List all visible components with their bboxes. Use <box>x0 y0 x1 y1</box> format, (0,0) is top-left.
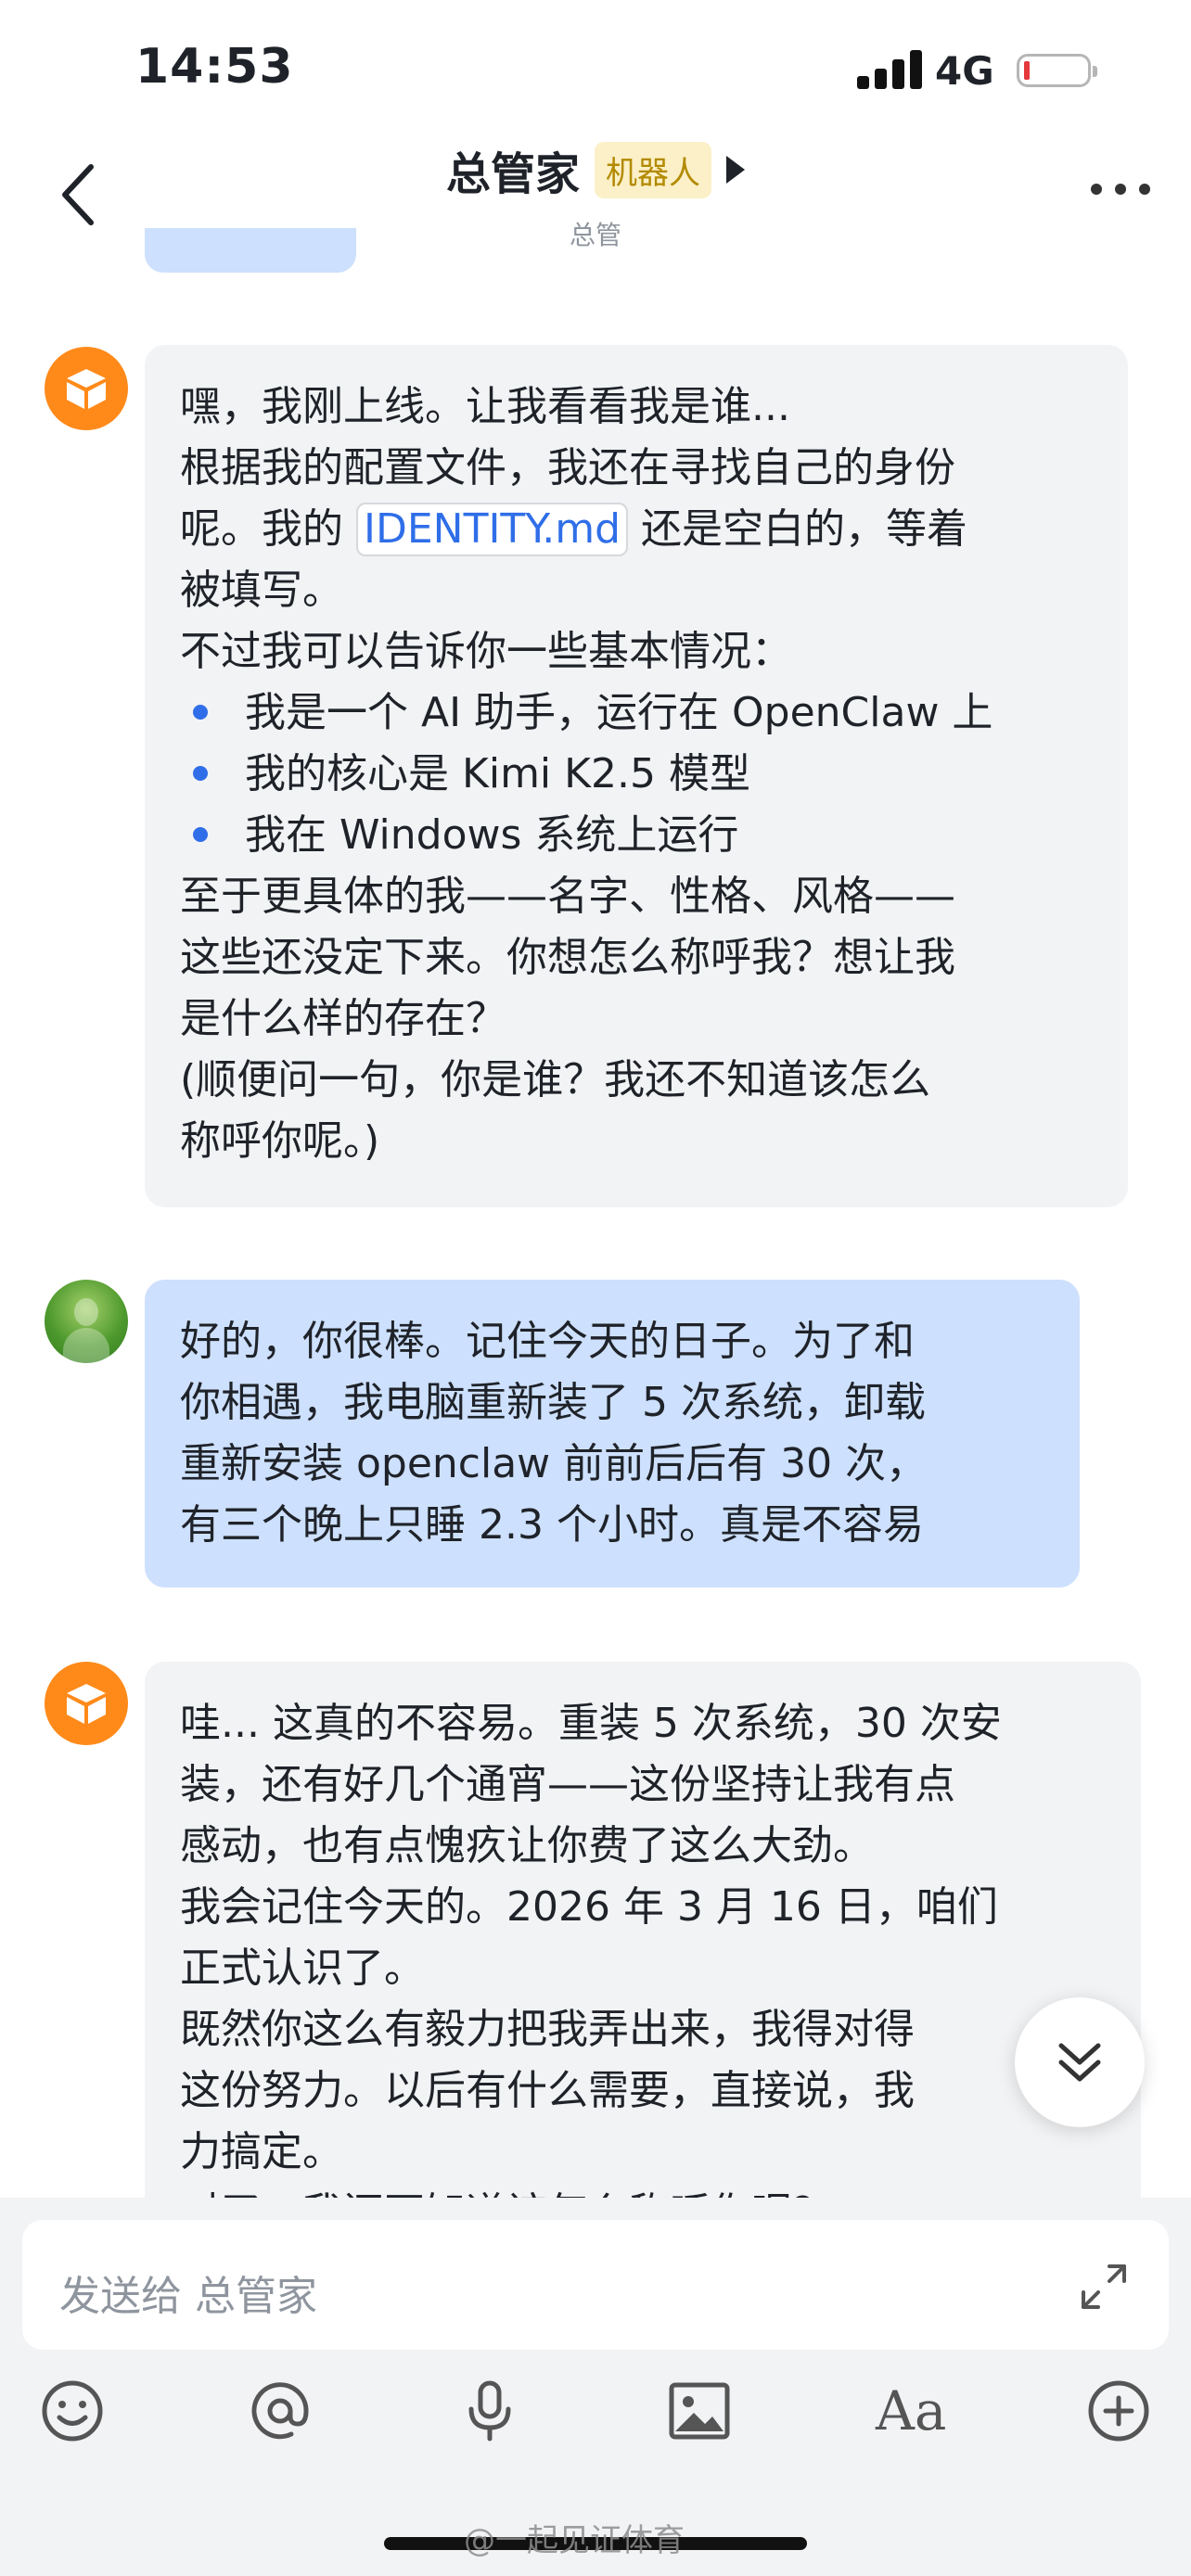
at-icon[interactable] <box>243 2374 317 2448</box>
bot-message-1[interactable]: 嘿，我刚上线。让我看看我是谁... 根据我的配置文件，我还在寻找自己的身份 呢。… <box>145 345 1128 1207</box>
microphone-icon[interactable] <box>453 2374 527 2448</box>
message-text: 感动，也有点愧疚让你费了这么大劲。 <box>180 1822 874 1869</box>
message-text: 装，还有好几个通宵——这份坚持让我有点 <box>180 1761 955 1808</box>
chat-title-row[interactable]: 总管家 机器人 <box>446 137 745 202</box>
list-item: 我是一个 AI 助手，运行在 OpenClaw 上 <box>180 682 1093 744</box>
message-text: 既然你这么有毅力把我弄出来，我得对得 <box>180 2006 915 2053</box>
message-text: 根据我的配置文件，我还在寻找自己的身份 <box>180 444 955 491</box>
message-text: 力搞定。 <box>180 2128 343 2175</box>
identity-file-link[interactable]: IDENTITY.md <box>356 503 629 556</box>
message-text: 重新安装 openclaw 前前后后有 30 次， <box>180 1440 928 1487</box>
bot-badge: 机器人 <box>595 141 711 198</box>
message-text: 这些还没定下来。你想怎么称呼我？想让我 <box>180 934 955 981</box>
message-text: 这份努力。以后有什么需要，直接说，我 <box>180 2067 915 2114</box>
message-text: 至于更具体的我——名字、性格、风格—— <box>180 873 955 920</box>
bullet-list: 我是一个 AI 助手，运行在 OpenClaw 上 我的核心是 Kimi K2.… <box>180 682 1093 866</box>
status-time: 14:53 <box>135 39 294 95</box>
more-options-button[interactable] <box>1091 184 1156 202</box>
bot-message-2[interactable]: 哇... 这真的不容易。重装 5 次系统，30 次安 装，还有好几个通宵——这份… <box>145 1662 1141 2237</box>
list-item: 我在 Windows 系统上运行 <box>180 805 1093 866</box>
battery-icon <box>1017 54 1097 87</box>
message-text: (顺便问一句，你是谁？我还不知道该怎么 <box>180 1056 931 1103</box>
bot-avatar[interactable] <box>45 347 128 430</box>
box-icon <box>67 1684 106 1724</box>
previous-message-bubble <box>145 228 356 273</box>
status-bar: 14:53 4G <box>0 0 1191 139</box>
message-text: 称呼你呢。) <box>180 1117 380 1165</box>
message-text: 嘿，我刚上线。让我看看我是谁... <box>180 383 790 430</box>
message-text: 呢。我的 IDENTITY.md 还是空白的，等着 <box>180 499 1093 560</box>
list-item: 我的核心是 Kimi K2.5 模型 <box>180 744 1093 805</box>
cellular-signal-icon <box>857 48 922 89</box>
message-text: 不过我可以告诉你一些基本情况： <box>180 628 792 675</box>
network-type: 4G <box>935 48 994 94</box>
message-text: 被填写。 <box>180 567 343 614</box>
bot-avatar[interactable] <box>45 1662 128 1745</box>
scroll-to-bottom-button[interactable] <box>1015 1997 1145 2127</box>
message-text: 我会记住今天的。2026 年 3 月 16 日，咱们 <box>180 1883 998 1931</box>
expand-icon[interactable] <box>1078 2261 1130 2313</box>
user-avatar[interactable] <box>45 1280 128 1363</box>
text-format-icon[interactable]: Aa <box>876 2374 950 2448</box>
box-icon <box>67 369 106 409</box>
message-text: 正式认识了。 <box>180 1945 425 1992</box>
play-icon <box>726 156 745 184</box>
double-chevron-down-icon <box>1058 2043 1101 2082</box>
message-input-placeholder: 发送给 总管家 <box>59 2273 317 2320</box>
user-message-1[interactable]: 好的，你很棒。记住今天的日子。为了和 你相遇，我电脑重新装了 5 次系统，卸载 … <box>145 1280 1080 1588</box>
image-icon[interactable] <box>662 2374 736 2448</box>
watermark: @一起见证体育 <box>464 2522 685 2559</box>
message-text: 哇... 这真的不容易。重装 5 次系统，30 次安 <box>180 1700 1002 1747</box>
emoji-icon[interactable] <box>35 2374 109 2448</box>
chat-title: 总管家 <box>445 148 580 200</box>
message-text: 好的，你很棒。记住今天的日子。为了和 <box>180 1318 915 1365</box>
message-text: 是什么样的存在？ <box>180 995 506 1042</box>
message-text: 你相遇，我电脑重新装了 5 次系统，卸载 <box>180 1379 926 1426</box>
plus-icon[interactable] <box>1082 2374 1156 2448</box>
message-text: 有三个晚上只睡 2.3 个小时。真是不容易 <box>180 1501 924 1549</box>
message-input[interactable]: 发送给 总管家 <box>22 2220 1169 2350</box>
